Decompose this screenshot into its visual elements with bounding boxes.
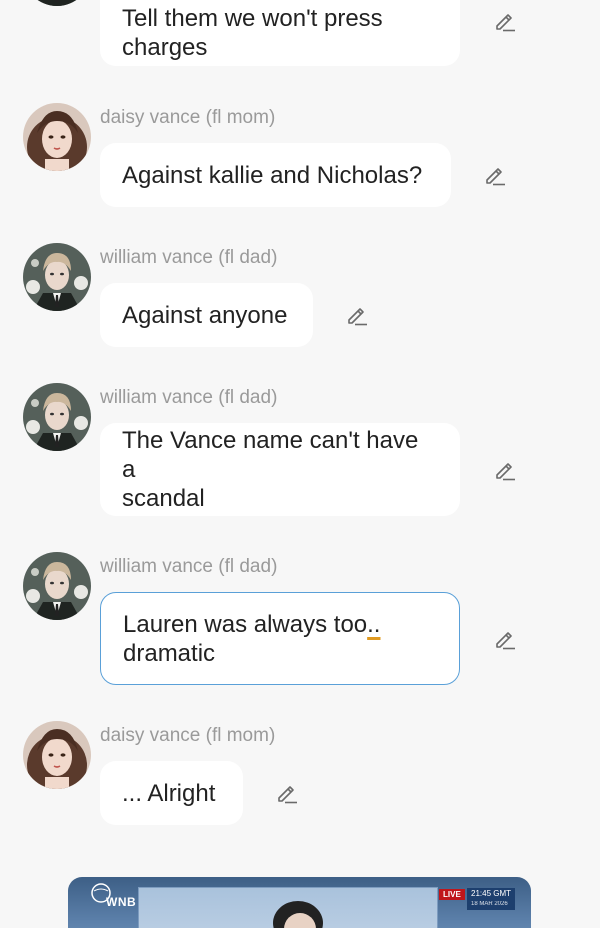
edit-icon[interactable] [274, 779, 300, 805]
message-text-part: Lauren was always too [123, 610, 368, 638]
message-text-line: dramatic [123, 639, 216, 667]
avatar[interactable] [23, 103, 91, 171]
message-text-line: charges [122, 34, 208, 61]
message-text-line: scandal [122, 485, 205, 512]
live-badge: LIVE [439, 889, 465, 900]
news-time: 21:45 GMT [471, 889, 512, 898]
avatar[interactable] [23, 243, 91, 311]
edit-icon[interactable] [492, 456, 518, 482]
sender-name: daisy vance (fl mom) [100, 725, 276, 746]
avatar[interactable] [23, 0, 91, 6]
message-text: ... Alright [122, 779, 216, 807]
message-text-line: The Vance name can't have a [122, 427, 419, 483]
avatar[interactable] [23, 552, 91, 620]
news-anchor-image [273, 901, 323, 928]
message-text-line: Tell them we won't press [122, 5, 383, 32]
message-bubble[interactable]: ... Alright [100, 761, 243, 825]
sender-name: daisy vance (fl mom) [100, 107, 276, 128]
edit-icon[interactable] [492, 625, 518, 651]
sender-name: william vance (fl dad) [100, 556, 278, 577]
avatar[interactable] [23, 721, 91, 789]
message-bubble[interactable]: The Vance name can't have a scandal [100, 423, 460, 516]
news-image-card[interactable]: WNB LIVE 21:45 GMT 18 MAR 2026 [68, 877, 531, 928]
news-logo: WNB [106, 895, 137, 909]
message-text: Against kallie and Nicholas? [122, 161, 423, 189]
edit-icon[interactable] [492, 7, 518, 33]
avatar[interactable] [23, 383, 91, 451]
sender-name: william vance (fl dad) [100, 387, 278, 408]
message-bubble[interactable]: Against anyone [100, 283, 313, 347]
sender-name: william vance (fl dad) [100, 247, 278, 268]
news-date: 18 MAR 2026 [471, 901, 508, 907]
edit-icon[interactable] [482, 161, 508, 187]
message-text: Against anyone [122, 301, 288, 329]
edit-icon[interactable] [344, 301, 370, 327]
news-clock: 21:45 GMT 18 MAR 2026 [467, 888, 516, 910]
message-bubble[interactable]: Against kallie and Nicholas? [100, 143, 451, 207]
message-text-line: Lauren was always too.. [123, 610, 380, 639]
message-bubble[interactable]: Tell them we won't press charges [100, 0, 460, 66]
message-bubble-selected[interactable]: Lauren was always too.. dramatic [100, 592, 460, 685]
spellcheck-underline[interactable]: .. [367, 611, 380, 638]
